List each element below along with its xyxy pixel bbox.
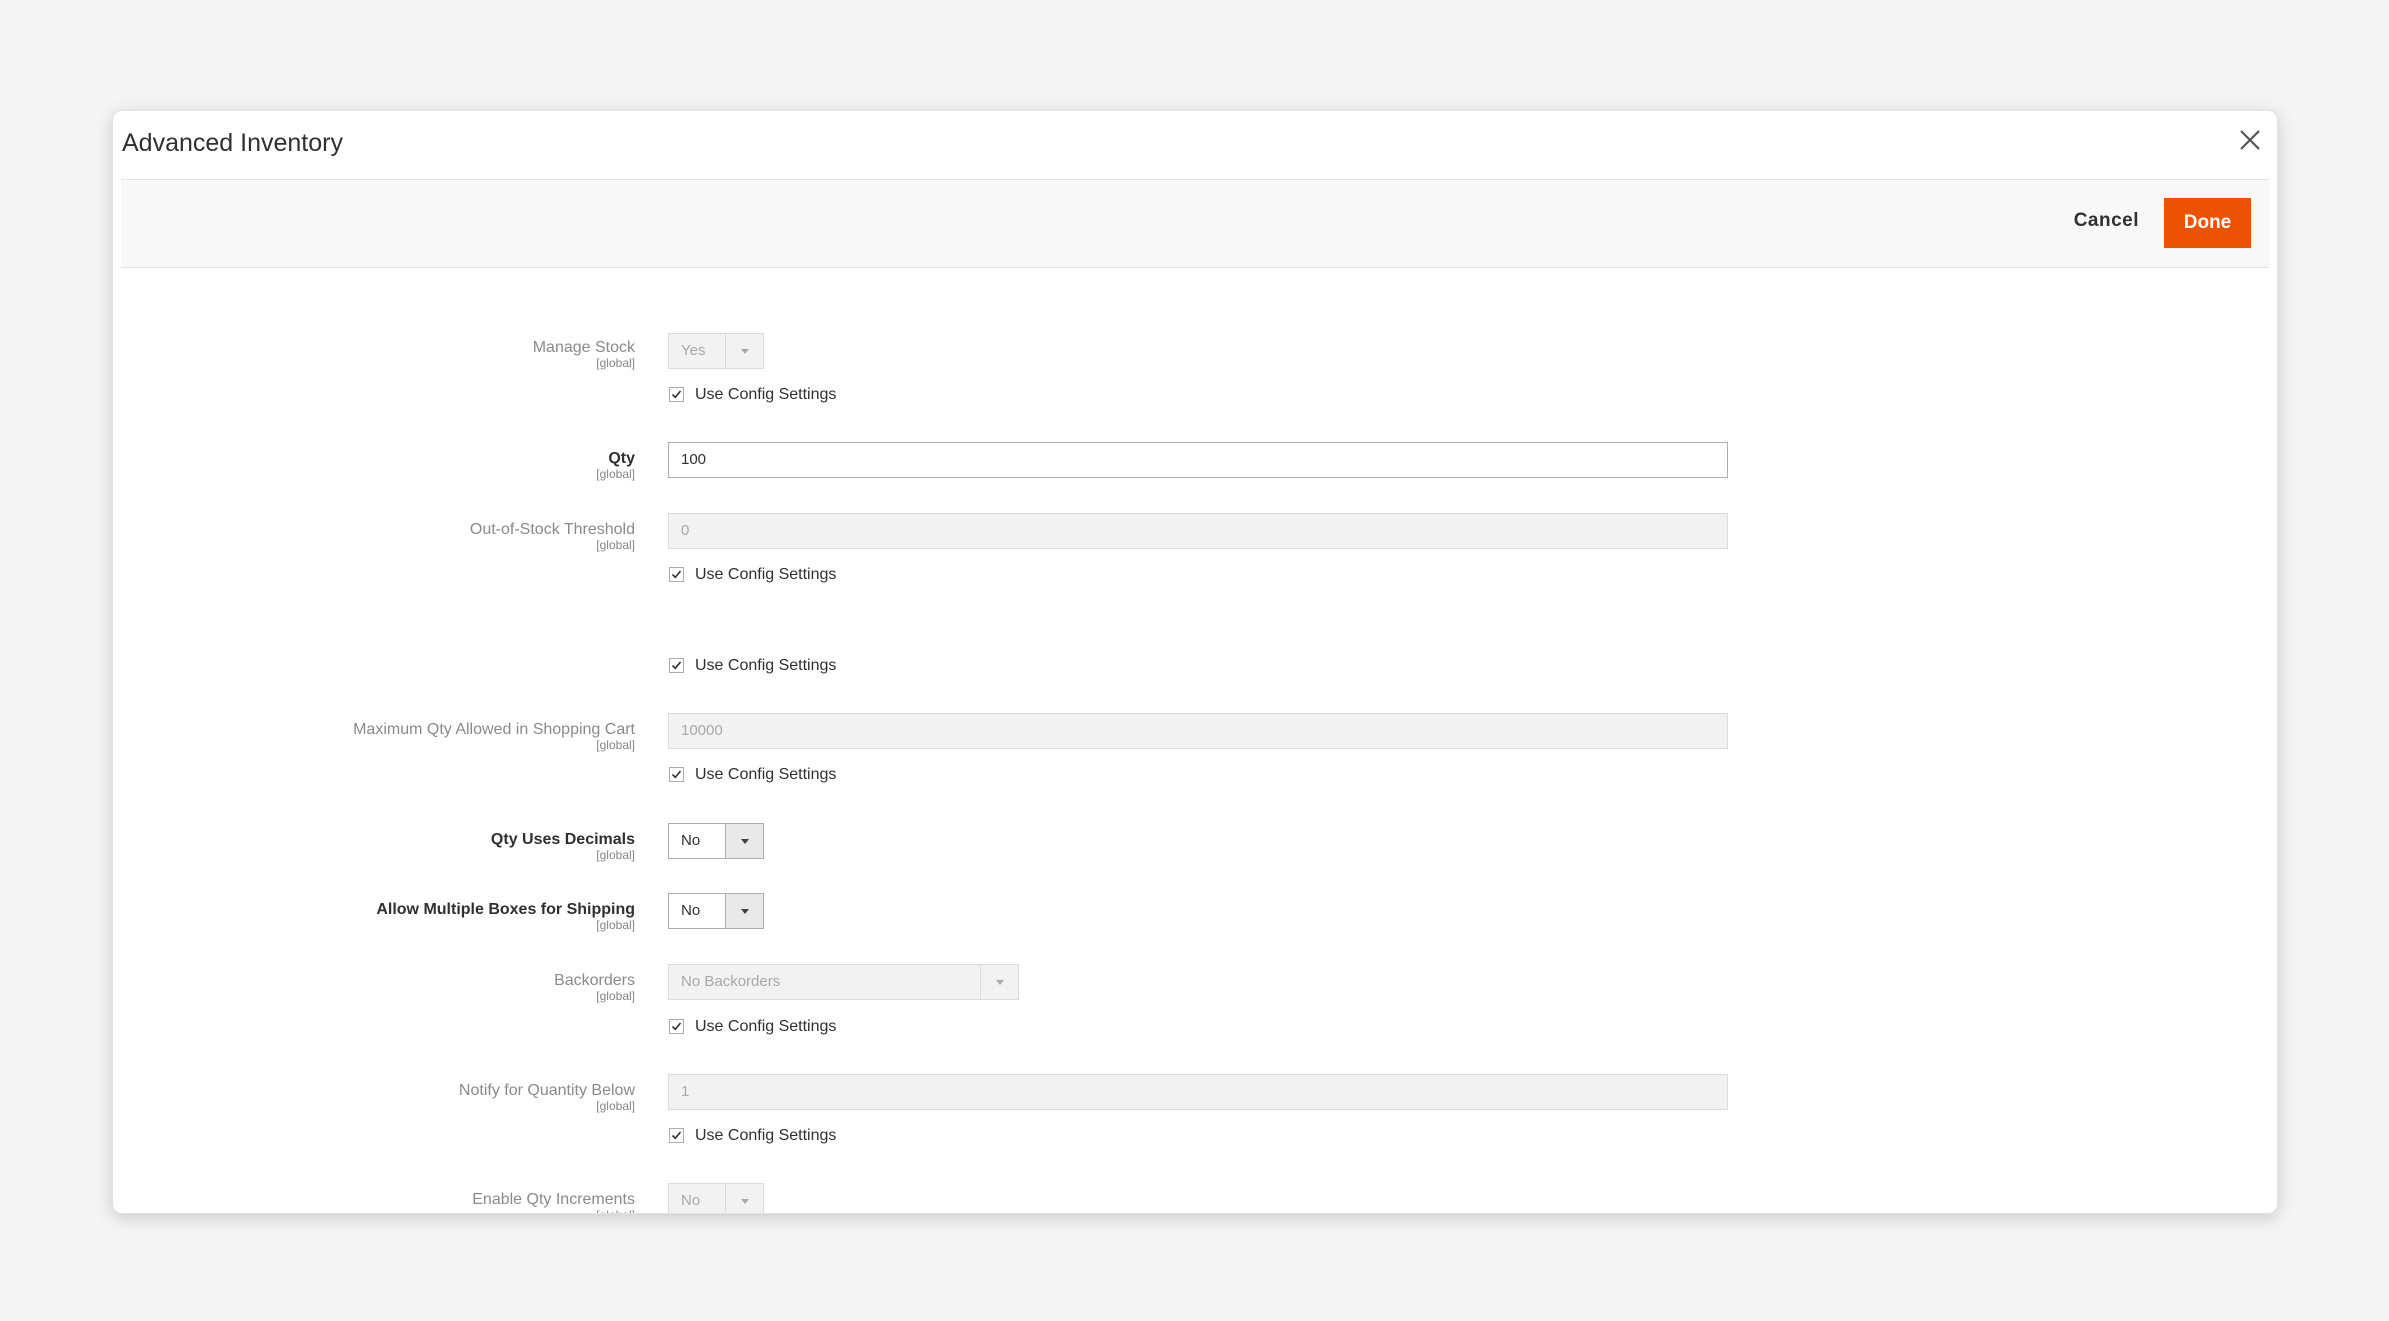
backorders-label: Backorders [global] bbox=[554, 972, 635, 1002]
manage-stock-label-text: Manage Stock bbox=[532, 339, 635, 356]
manage-stock-use-config-checkbox[interactable] bbox=[669, 387, 684, 402]
allow-multiple-boxes-label-text: Allow Multiple Boxes for Shipping bbox=[376, 901, 635, 918]
qty-label-text: Qty bbox=[608, 450, 635, 467]
enable-qty-increments-label: Enable Qty Increments [global] bbox=[472, 1191, 635, 1213]
enable-qty-increments-value: No bbox=[681, 1192, 701, 1209]
out-of-stock-threshold-label-text: Out-of-Stock Threshold bbox=[469, 521, 635, 538]
qty-input[interactable]: 100 bbox=[668, 442, 1728, 478]
manage-stock-select[interactable]: Yes bbox=[668, 333, 764, 369]
chevron-down-icon bbox=[725, 824, 763, 858]
enable-qty-increments-select[interactable]: No bbox=[668, 1183, 764, 1213]
manage-stock-scope: [global] bbox=[596, 356, 635, 370]
chevron-down-icon bbox=[725, 334, 763, 368]
chevron-down-icon bbox=[725, 894, 763, 928]
qty-scope: [global] bbox=[596, 467, 635, 481]
backorders-select[interactable]: No Backorders bbox=[668, 964, 1019, 1000]
enable-qty-increments-scope: [global] bbox=[472, 1209, 635, 1213]
close-icon bbox=[2240, 130, 2260, 150]
allow-multiple-boxes-scope: [global] bbox=[596, 918, 635, 932]
qty-uses-decimals-label-text: Qty Uses Decimals bbox=[490, 831, 635, 848]
checkmark-icon bbox=[671, 390, 682, 399]
max-qty-cart-use-config-label: Use Config Settings bbox=[695, 766, 837, 783]
qty-uses-decimals-select[interactable]: No bbox=[668, 823, 764, 859]
modal-title: Advanced Inventory bbox=[122, 129, 343, 157]
checkmark-icon bbox=[671, 570, 682, 579]
manage-stock-label: Manage Stock [global] bbox=[533, 339, 635, 369]
modal-header: Advanced Inventory bbox=[113, 111, 2277, 179]
out-of-stock-threshold-scope: [global] bbox=[596, 538, 635, 552]
notify-qty-below-use-config-checkbox[interactable] bbox=[669, 1128, 684, 1143]
notify-qty-below-scope: [global] bbox=[596, 1099, 635, 1113]
enable-qty-increments-label-text: Enable Qty Increments bbox=[472, 1191, 635, 1208]
cancel-button[interactable]: Cancel bbox=[2074, 210, 2139, 232]
chevron-down-icon bbox=[725, 1184, 763, 1213]
max-qty-cart-label: Maximum Qty Allowed in Shopping Cart [gl… bbox=[353, 721, 635, 751]
qty-uses-decimals-scope: [global] bbox=[596, 848, 635, 862]
checkmark-icon bbox=[671, 1131, 682, 1140]
out-of-stock-threshold-input[interactable]: 0 bbox=[668, 513, 1728, 549]
checkmark-icon bbox=[671, 661, 682, 670]
allow-multiple-boxes-value: No bbox=[681, 902, 701, 919]
chevron-down-icon bbox=[980, 965, 1018, 999]
max-qty-cart-scope: [global] bbox=[596, 738, 635, 752]
notify-qty-below-input[interactable]: 1 bbox=[668, 1074, 1728, 1110]
allow-multiple-boxes-label: Allow Multiple Boxes for Shipping [globa… bbox=[376, 901, 635, 931]
notify-qty-below-label-text: Notify for Quantity Below bbox=[458, 1082, 635, 1099]
out-of-stock-threshold-use-config-checkbox[interactable] bbox=[669, 567, 684, 582]
notify-qty-below-label: Notify for Quantity Below [global] bbox=[459, 1082, 635, 1112]
manage-stock-value: Yes bbox=[681, 342, 706, 359]
backorders-scope: [global] bbox=[596, 989, 635, 1003]
qty-uses-decimals-label: Qty Uses Decimals [global] bbox=[491, 831, 635, 861]
backorders-use-config-checkbox[interactable] bbox=[669, 1019, 684, 1034]
notify-qty-below-use-config-label: Use Config Settings bbox=[695, 1127, 837, 1144]
backorders-value: No Backorders bbox=[681, 973, 781, 990]
allow-multiple-boxes-select[interactable]: No bbox=[668, 893, 764, 929]
done-button[interactable]: Done bbox=[2164, 198, 2251, 248]
backorders-label-text: Backorders bbox=[554, 972, 635, 989]
advanced-inventory-modal: Advanced Inventory Cancel Done Manage St… bbox=[112, 110, 2278, 1214]
max-qty-cart-use-config-checkbox[interactable] bbox=[669, 767, 684, 782]
manage-stock-use-config-label: Use Config Settings bbox=[695, 386, 837, 403]
close-button[interactable] bbox=[2235, 125, 2265, 155]
min-qty-use-config-checkbox[interactable] bbox=[669, 658, 684, 673]
backorders-use-config-label: Use Config Settings bbox=[695, 1018, 837, 1035]
max-qty-cart-label-text: Maximum Qty Allowed in Shopping Cart bbox=[353, 721, 635, 738]
page-actions-bar: Cancel Done bbox=[121, 179, 2269, 268]
out-of-stock-threshold-use-config-label: Use Config Settings bbox=[695, 566, 837, 583]
checkmark-icon bbox=[671, 770, 682, 779]
checkmark-icon bbox=[671, 1022, 682, 1031]
min-qty-use-config-label: Use Config Settings bbox=[695, 657, 837, 674]
out-of-stock-threshold-label: Out-of-Stock Threshold [global] bbox=[470, 521, 635, 551]
qty-label: Qty [global] bbox=[596, 450, 635, 480]
max-qty-cart-input[interactable]: 10000 bbox=[668, 713, 1728, 749]
qty-uses-decimals-value: No bbox=[681, 832, 701, 849]
